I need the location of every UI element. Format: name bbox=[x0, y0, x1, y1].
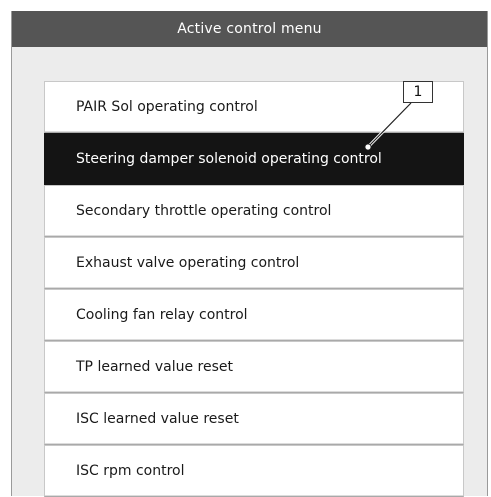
menu-item-isc-rpm-control[interactable]: ISC rpm control bbox=[44, 445, 464, 497]
callout-number: 1 bbox=[413, 84, 423, 100]
menu-item-label: Cooling fan relay control bbox=[76, 307, 248, 323]
menu-item-exhaust-valve-operating-control[interactable]: Exhaust valve operating control bbox=[44, 237, 464, 289]
menu-item-tp-learned-value-reset[interactable]: TP learned value reset bbox=[44, 341, 464, 393]
callout-number-box: 1 bbox=[403, 81, 433, 103]
menu-item-label: Steering damper solenoid operating contr… bbox=[76, 151, 382, 167]
active-control-menu-list: PAIR Sol operating control Steering damp… bbox=[44, 81, 464, 497]
menu-item-secondary-throttle-operating-control[interactable]: Secondary throttle operating control bbox=[44, 185, 464, 237]
window-title: Active control menu bbox=[177, 21, 322, 37]
menu-item-cooling-fan-relay-control[interactable]: Cooling fan relay control bbox=[44, 289, 464, 341]
window-title-bar: Active control menu bbox=[12, 11, 487, 47]
screen: Active control menu PAIR Sol operating c… bbox=[0, 0, 491, 497]
menu-item-label: ISC rpm control bbox=[76, 463, 185, 479]
menu-item-label: TP learned value reset bbox=[76, 359, 234, 375]
menu-item-label: Secondary throttle operating control bbox=[76, 203, 332, 219]
menu-item-label: PAIR Sol operating control bbox=[76, 99, 258, 115]
menu-item-label: Exhaust valve operating control bbox=[76, 255, 300, 271]
menu-item-isc-learned-value-reset[interactable]: ISC learned value reset bbox=[44, 393, 464, 445]
menu-item-pair-sol-operating-control[interactable]: PAIR Sol operating control bbox=[44, 81, 464, 133]
menu-item-steering-damper-solenoid-operating-control[interactable]: Steering damper solenoid operating contr… bbox=[44, 133, 464, 185]
menu-item-label: ISC learned value reset bbox=[76, 411, 239, 427]
